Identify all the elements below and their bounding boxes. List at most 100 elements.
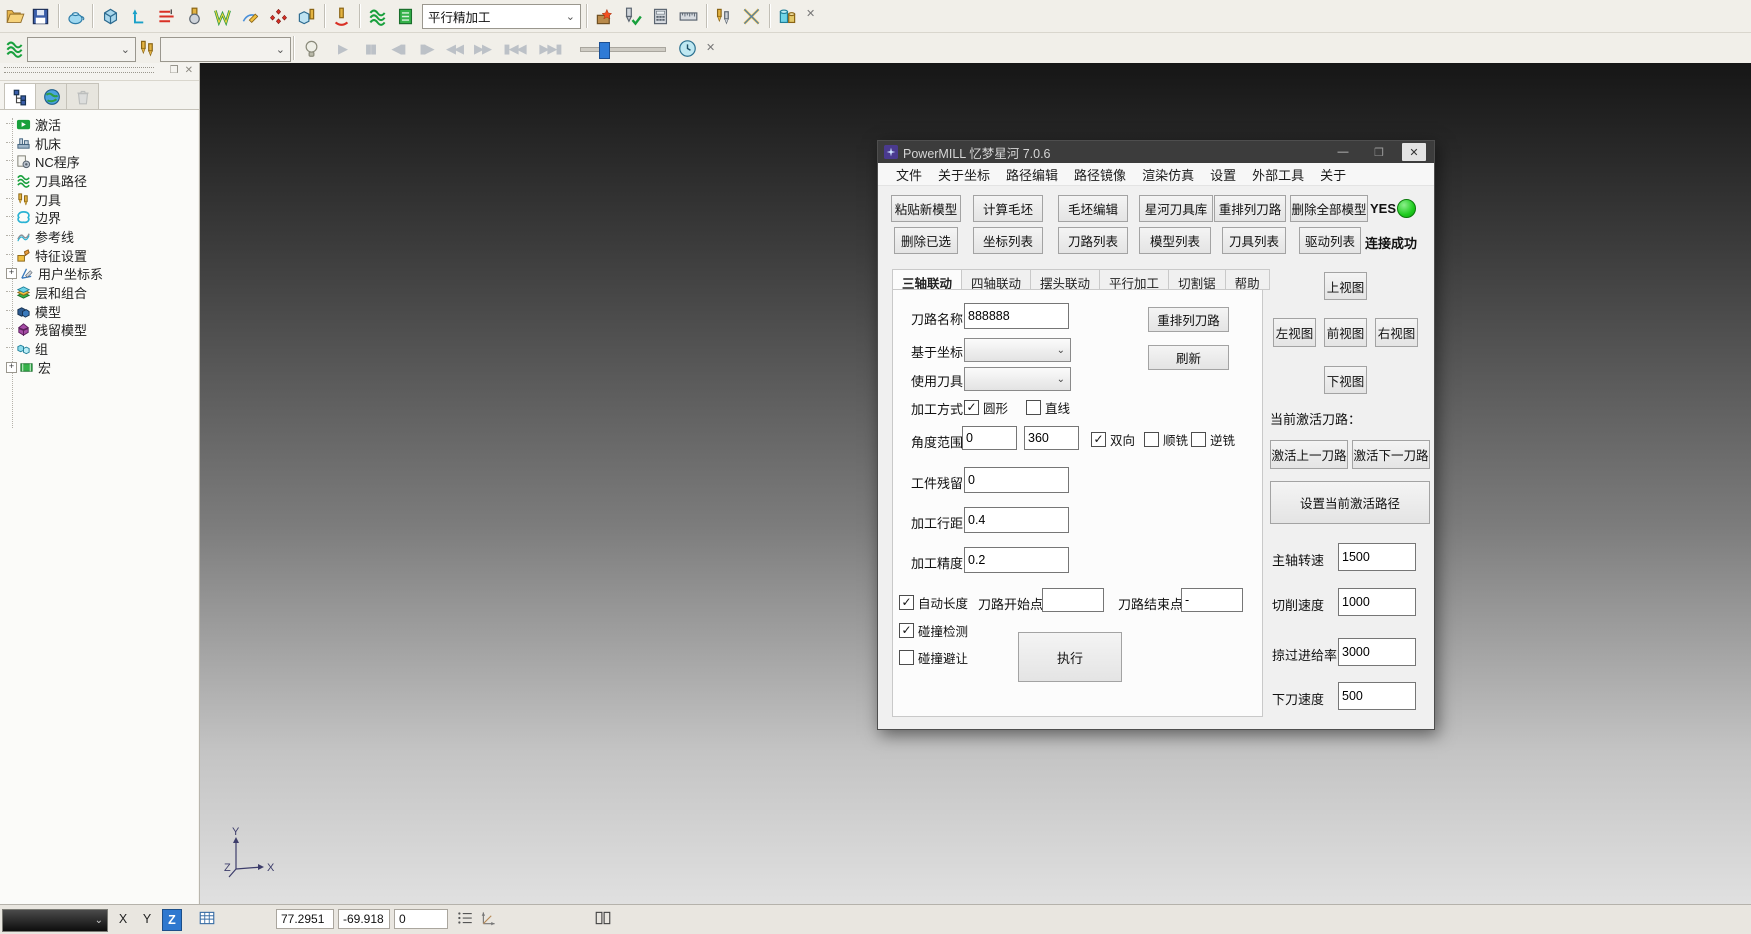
axis-x-button[interactable]: X	[114, 909, 132, 929]
points-icon[interactable]	[267, 5, 289, 27]
sidebar-item-groups[interactable]: 组	[6, 339, 48, 357]
skim-feed-input[interactable]	[1338, 638, 1416, 666]
tool-library-button[interactable]: 星河刀具库	[1139, 195, 1213, 222]
rearrange-toolpaths-button[interactable]: 重排列刀路	[1214, 195, 1286, 222]
viewport-3d[interactable]: Y X Z PowerMILL 忆梦星河 7.0.6 — ❒ ✕ 文件 关于坐标…	[200, 63, 1751, 904]
menu-render-sim[interactable]: 渲染仿真	[1134, 165, 1202, 184]
close-button[interactable]: ✕	[1402, 143, 1426, 161]
panel-float-icon[interactable]: ❒	[170, 65, 179, 76]
minimize-button[interactable]: —	[1328, 143, 1358, 161]
sidebar-item-levels-sets[interactable]: 层和组合	[6, 283, 87, 301]
delete-selected-button[interactable]: 删除已选	[894, 227, 958, 254]
view-top-button[interactable]: 上视图	[1324, 272, 1367, 300]
tool-arc-icon[interactable]	[330, 5, 352, 27]
sim-forward-button[interactable]: ▶▶	[470, 39, 494, 59]
angle-from-input[interactable]	[962, 426, 1017, 450]
toolpath-list-button[interactable]: 刀路列表	[1058, 227, 1128, 254]
sidebar-item-stock-models[interactable]: 残留模型	[6, 320, 87, 338]
block-icon[interactable]	[99, 5, 121, 27]
edit-stock-button[interactable]: 毛坯编辑	[1058, 195, 1128, 222]
menu-path-mirror[interactable]: 路径镜像	[1066, 165, 1134, 184]
tab-cutting-saw[interactable]: 切割锯	[1169, 269, 1226, 290]
tolerance-input[interactable]	[964, 547, 1069, 573]
toolpath-name-input[interactable]	[964, 303, 1069, 329]
coord-z-value[interactable]: 0	[394, 909, 448, 929]
tab-explorer-tree[interactable]	[4, 83, 37, 111]
activate-next-button[interactable]: 激活下一刀路	[1352, 440, 1430, 469]
use-tool-combo[interactable]: ⌄	[964, 367, 1071, 391]
sidebar-item-workplanes[interactable]: +用户坐标系	[6, 264, 103, 282]
toolbar-close-icon[interactable]: ✕	[806, 7, 815, 20]
set-active-path-button[interactable]: 设置当前激活路径	[1270, 481, 1430, 524]
menu-path-edit[interactable]: 路径编辑	[998, 165, 1066, 184]
climb-mill-checkbox[interactable]: 顺铣	[1144, 430, 1188, 449]
view-bottom-button[interactable]: 下视图	[1324, 366, 1367, 394]
collision-avoid-checkbox[interactable]: 碰撞避让	[899, 648, 968, 667]
panel-close-icon[interactable]: ✕	[185, 65, 193, 76]
bidirectional-checkbox[interactable]: ✓双向	[1091, 430, 1135, 449]
sim-tool-combo[interactable]: ⌄	[160, 37, 291, 62]
sidebar-item-toolpaths[interactable]: 刀具路径	[6, 171, 87, 189]
pattern-pencil-icon[interactable]	[239, 5, 261, 27]
delete-all-models-button[interactable]: 删除全部模型	[1290, 195, 1368, 222]
bulb-icon[interactable]	[300, 37, 322, 59]
ballnose-tool-icon[interactable]	[183, 5, 205, 27]
coord-y-value[interactable]: -69.918	[338, 909, 390, 929]
spindle-speed-input[interactable]	[1338, 543, 1416, 571]
collision-check-checkbox[interactable]: ✓碰撞检测	[899, 621, 968, 640]
sidebar-item-tools[interactable]: 刀具	[6, 190, 61, 208]
axis-z-button[interactable]: Z	[162, 909, 182, 931]
drive-list-button[interactable]: 驱动列表	[1299, 227, 1361, 254]
sim-step-fwd-button[interactable]: ▮▶	[414, 39, 438, 59]
status-combo[interactable]: ⌄	[2, 909, 108, 932]
sim-pause-button[interactable]: ▮▮	[358, 39, 382, 59]
circle-checkbox[interactable]: ✓圆形	[964, 398, 1008, 417]
line-checkbox[interactable]: 直线	[1026, 398, 1070, 417]
grid-icon[interactable]	[198, 909, 216, 930]
plunge-speed-input[interactable]	[1338, 682, 1416, 710]
cutting-speed-input[interactable]	[1338, 588, 1416, 616]
menu-about[interactable]: 关于	[1312, 165, 1354, 184]
auto-length-checkbox[interactable]: ✓自动长度	[899, 593, 968, 612]
tab-swivel-head[interactable]: 摆头联动	[1031, 269, 1100, 290]
stepover-input[interactable]	[964, 507, 1069, 533]
sim-speed-slider[interactable]	[580, 47, 666, 52]
refresh-button[interactable]: 刷新	[1148, 345, 1229, 370]
sim-toolpath-combo[interactable]: ⌄	[27, 37, 136, 62]
toolpath-spring-icon[interactable]	[366, 5, 388, 27]
sidebar-item-machine[interactable]: 机床	[6, 134, 61, 152]
tool-axis-icon[interactable]	[480, 909, 498, 930]
tab-3axis[interactable]: 三轴联动	[892, 269, 962, 290]
calc-stock-button[interactable]: 计算毛坯	[973, 195, 1043, 222]
calculator-icon[interactable]	[649, 5, 671, 27]
sidebar-item-activate[interactable]: 激活	[6, 115, 61, 133]
sim-to-end-button[interactable]: ▶▶▮	[534, 39, 566, 59]
axis-y-button[interactable]: Y	[138, 909, 156, 929]
sidebar-item-boundaries[interactable]: 边界	[6, 208, 61, 226]
menu-ext-tools[interactable]: 外部工具	[1244, 165, 1312, 184]
tab-help[interactable]: 帮助	[1226, 269, 1270, 290]
folder-open-icon[interactable]	[4, 5, 26, 27]
clock-icon[interactable]	[676, 37, 698, 59]
list-options-icon[interactable]	[456, 909, 474, 930]
toolbox-star-icon[interactable]	[593, 5, 615, 27]
activate-prev-button[interactable]: 激活上一刀路	[1270, 440, 1348, 469]
sidebar-item-feature-sets[interactable]: 特征设置	[6, 246, 87, 264]
sidebar-item-macros[interactable]: +宏	[6, 358, 51, 376]
tool-pair-icon[interactable]	[712, 5, 734, 27]
sim-rewind-button[interactable]: ◀◀	[442, 39, 466, 59]
tab-4axis[interactable]: 四轴联动	[962, 269, 1031, 290]
tool-list-button[interactable]: 刀具列表	[1222, 227, 1286, 254]
based-coord-combo[interactable]: ⌄	[964, 338, 1071, 362]
start-point-input[interactable]	[1042, 588, 1104, 612]
leads-links-icon[interactable]	[155, 5, 177, 27]
angle-to-input[interactable]	[1024, 426, 1079, 450]
tab-trash[interactable]	[66, 83, 99, 111]
sim-to-start-button[interactable]: ▮◀◀	[498, 39, 530, 59]
boundary-w-icon[interactable]	[211, 5, 233, 27]
execute-button[interactable]: 执行	[1018, 632, 1122, 682]
model-list-button[interactable]: 模型列表	[1139, 227, 1211, 254]
dual-view-icon[interactable]	[594, 909, 612, 930]
expand-icon[interactable]: +	[6, 268, 17, 279]
sidebar-item-patterns[interactable]: 参考线	[6, 227, 74, 245]
